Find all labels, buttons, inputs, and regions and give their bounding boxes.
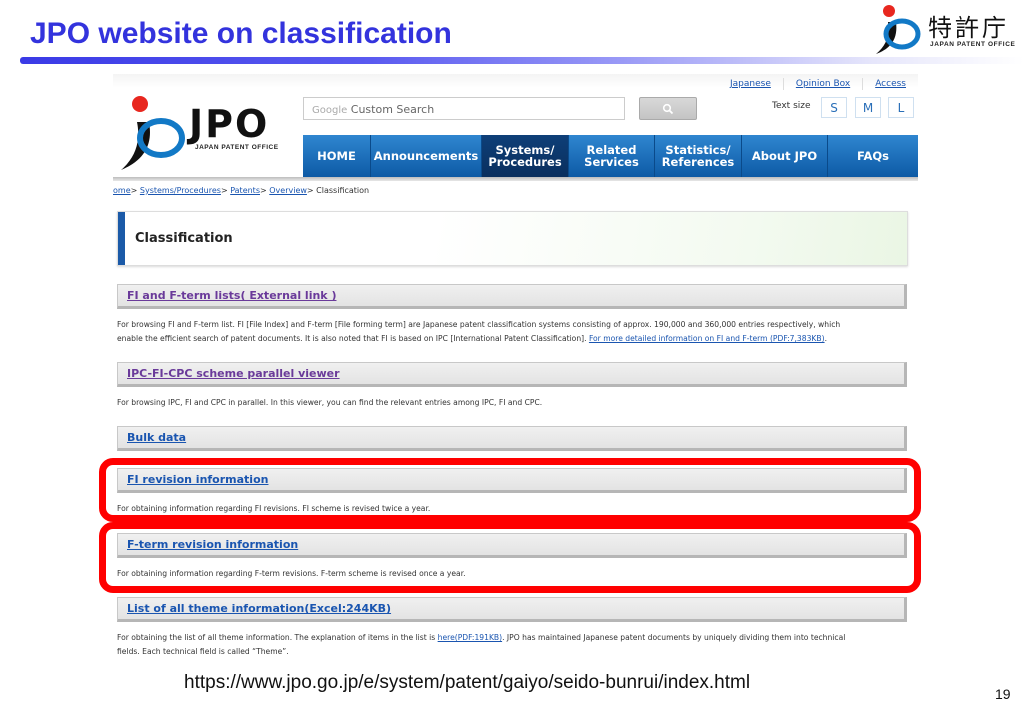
- theme-list-excel-link[interactable]: List of all theme information(Excel:244K…: [127, 602, 391, 615]
- search-placeholder: Custom Search: [350, 103, 435, 116]
- nav-systems-procedures[interactable]: Systems/Procedures: [482, 135, 569, 177]
- page-title: Classification: [135, 231, 233, 246]
- section-header: Bulk data: [117, 426, 907, 451]
- jpo-emblem-icon: [876, 5, 921, 54]
- text-size-large-button[interactable]: L: [888, 97, 914, 118]
- search-button[interactable]: [639, 97, 697, 120]
- logo-subtitle: JAPAN PATENT OFFICE: [930, 41, 1016, 48]
- bulk-data-link[interactable]: Bulk data: [127, 431, 186, 444]
- site-logo-subtitle: JAPAN PATENT OFFICE: [195, 144, 279, 151]
- section-description: For browsing IPC, FI and CPC in parallel…: [117, 398, 543, 407]
- nav-home[interactable]: HOME: [303, 135, 371, 177]
- page-number: 19: [995, 686, 1011, 702]
- nav-statistics-references[interactable]: Statistics/References: [655, 135, 742, 177]
- search-placeholder-brand: Google: [312, 105, 348, 116]
- jpo-emblem-icon: [121, 96, 185, 170]
- japanese-link[interactable]: Japanese: [718, 78, 783, 90]
- search-input[interactable]: Google Custom Search: [303, 97, 625, 120]
- slide-title: JPO website on classification: [30, 17, 452, 50]
- fterm-revision-highlight: [99, 522, 921, 593]
- fi-fterm-detail-pdf-link[interactable]: For more detailed information on FI and …: [589, 334, 825, 343]
- text-size-small-button[interactable]: S: [821, 97, 847, 118]
- fi-fterm-lists-link[interactable]: FI and F-term lists( External link ): [127, 289, 336, 302]
- theme-explanation-pdf-link[interactable]: here(PDF:191KB): [438, 633, 502, 642]
- parallel-viewer-link[interactable]: IPC-FI-CPC scheme parallel viewer: [127, 367, 340, 380]
- main-nav: HOME Announcements Systems/Procedures Re…: [303, 135, 918, 177]
- nav-announcements[interactable]: Announcements: [371, 135, 482, 177]
- section-header: FI and F-term lists( External link ): [117, 284, 907, 309]
- title-underline-bar: [20, 57, 1024, 64]
- top-links: Japanese Opinion Box Access: [718, 78, 918, 90]
- search-icon: [662, 103, 674, 114]
- source-url: https://www.jpo.go.jp/e/system/patent/ga…: [184, 672, 751, 693]
- access-link[interactable]: Access: [862, 78, 918, 90]
- breadcrumb-patents[interactable]: Patents: [230, 186, 260, 195]
- section-header: List of all theme information(Excel:244K…: [117, 597, 907, 622]
- nav-related-services[interactable]: Related Services: [569, 135, 655, 177]
- text-size-medium-button[interactable]: M: [855, 97, 881, 118]
- breadcrumb-home[interactable]: Home: [113, 186, 131, 195]
- logo-kanji: 特許庁: [928, 14, 1009, 42]
- breadcrumb-systems[interactable]: Systems/Procedures: [140, 186, 221, 195]
- section-header: IPC-FI-CPC scheme parallel viewer: [117, 362, 907, 387]
- page-heading: Classification: [117, 211, 908, 266]
- site-logo[interactable]: JPO JAPAN PATENT OFFICE: [117, 94, 287, 178]
- text-size-label: Text size: [772, 101, 811, 111]
- section-description: For obtaining the list of all theme info…: [117, 633, 846, 656]
- fi-revision-highlight: [99, 458, 921, 522]
- opinion-box-link[interactable]: Opinion Box: [782, 78, 862, 90]
- nav-faqs[interactable]: FAQs: [828, 135, 918, 177]
- jpo-slide-logo: 特許庁 JAPAN PATENT OFFICE: [872, 2, 1022, 58]
- section-description: For browsing FI and F-term list. FI [Fil…: [117, 320, 841, 343]
- site-logo-text: JPO: [189, 102, 270, 146]
- nav-about-jpo[interactable]: About JPO: [742, 135, 828, 177]
- breadcrumb-current: Classification: [316, 186, 370, 195]
- breadcrumb-overview[interactable]: Overview: [269, 186, 307, 195]
- breadcrumb: Home> Systems/Procedures> Patents> Overv…: [113, 186, 369, 195]
